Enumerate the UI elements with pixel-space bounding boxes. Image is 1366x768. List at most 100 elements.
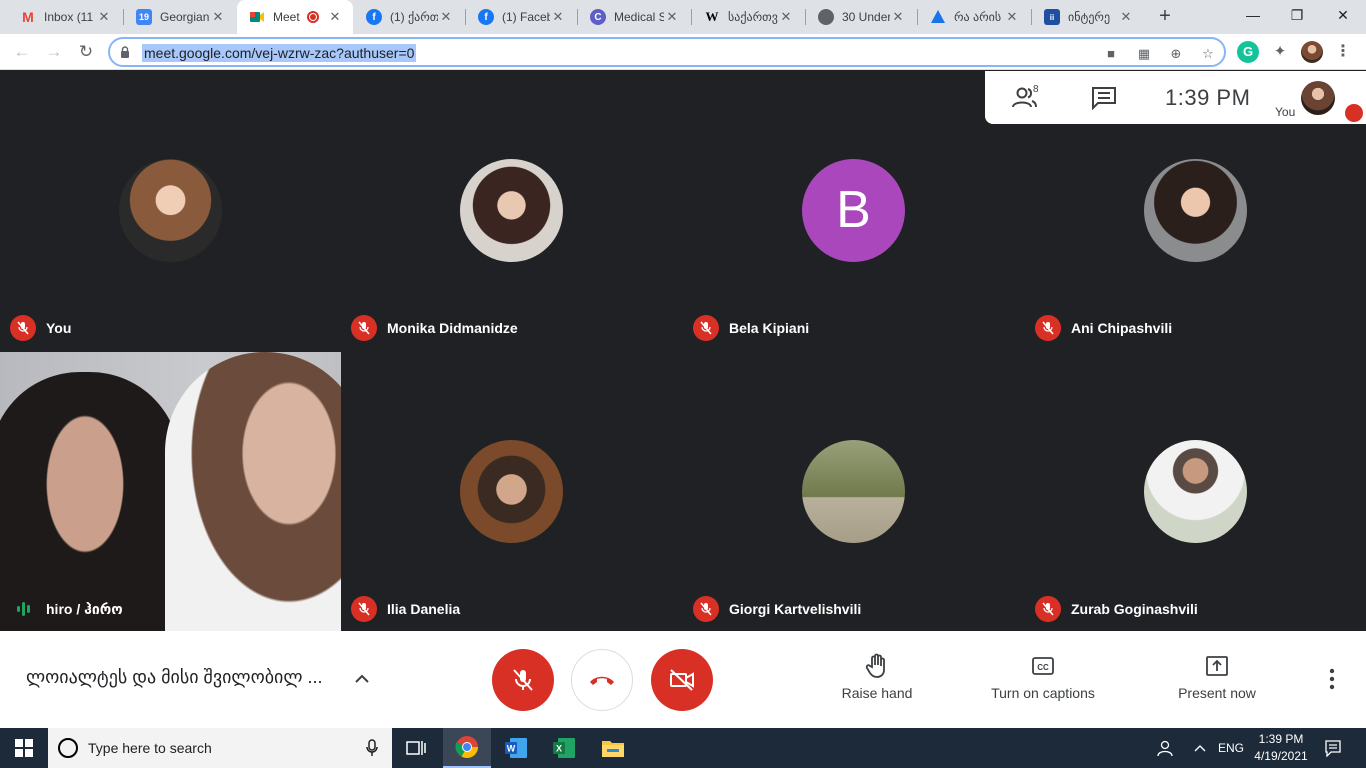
c-icon: C xyxy=(590,9,606,25)
close-icon[interactable]: ✕ xyxy=(327,9,343,25)
people-tray-icon[interactable] xyxy=(1152,728,1178,768)
task-view-button[interactable] xyxy=(392,728,440,768)
mic-off-icon xyxy=(513,669,533,691)
participant-name: hiro / ჰირო xyxy=(46,600,123,617)
mic-toggle-button[interactable] xyxy=(492,649,554,711)
participant-tile[interactable]: Monika Didmanidze xyxy=(341,71,682,351)
chevron-up-icon[interactable] xyxy=(352,669,372,689)
close-icon[interactable]: ✕ xyxy=(210,9,226,25)
chrome-taskbar-button[interactable] xyxy=(443,728,491,768)
extensions-icon[interactable]: ✦ xyxy=(1269,41,1291,63)
gmail-icon: M xyxy=(22,9,34,25)
tab-ra-aris[interactable]: რა არის ✕ xyxy=(918,0,1030,34)
minimize-button[interactable]: — xyxy=(1230,0,1276,30)
participant-tile[interactable]: B Bela Kipiani xyxy=(683,71,1024,351)
forward-button[interactable]: → xyxy=(40,38,68,66)
file-explorer-taskbar-button[interactable] xyxy=(589,728,637,768)
grammarly-icon[interactable]: G xyxy=(1237,41,1259,63)
input-language[interactable]: ENG xyxy=(1214,728,1248,768)
camera-toggle-button[interactable] xyxy=(651,649,713,711)
start-button[interactable] xyxy=(0,728,48,768)
triangle-icon xyxy=(930,9,946,25)
taskbar-search[interactable]: Type here to search xyxy=(48,728,392,768)
nameplate: Giorgi Kartvelishvili xyxy=(693,596,861,622)
avatar xyxy=(1144,159,1247,262)
close-icon[interactable]: ✕ xyxy=(778,9,794,25)
mic-off-icon xyxy=(351,596,377,622)
captions-button[interactable]: CC Turn on captions xyxy=(980,653,1106,701)
close-icon[interactable]: ✕ xyxy=(438,9,454,25)
tab-wikipedia[interactable]: W საქართვ ✕ xyxy=(692,0,804,34)
windows-taskbar: Type here to search W X ENG 1:39 PM 4/19… xyxy=(0,728,1366,768)
notifications-icon[interactable] xyxy=(1318,728,1348,768)
zoom-icon[interactable]: ⊕ xyxy=(1167,45,1185,63)
participant-tile[interactable]: Giorgi Kartvelishvili xyxy=(683,352,1024,632)
meet-grid: 8 1:39 PM You You Monika Didmanidze B Be… xyxy=(0,71,1366,632)
camera-icon[interactable]: ■ xyxy=(1102,45,1120,63)
close-icon[interactable]: ✕ xyxy=(664,9,680,25)
taskbar-clock[interactable]: 1:39 PM 4/19/2021 xyxy=(1250,731,1312,765)
tab-facebook-2[interactable]: f (1) Faceb ✕ xyxy=(466,0,576,34)
leave-call-button[interactable] xyxy=(571,649,633,711)
reload-button[interactable]: ↻ xyxy=(72,38,100,66)
tab-inbox[interactable]: M Inbox (11 ✕ xyxy=(8,0,122,34)
meeting-title[interactable]: ლოიალტეს და მისი შვილობილ ... xyxy=(26,667,323,688)
excel-taskbar-button[interactable]: X xyxy=(540,728,588,768)
tab-facebook-1[interactable]: f (1) ქართ ✕ xyxy=(354,0,464,34)
close-window-button[interactable]: ✕ xyxy=(1320,0,1366,30)
word-taskbar-button[interactable]: W xyxy=(492,728,540,768)
mic-off-icon xyxy=(351,315,377,341)
participant-name: Zurab Goginashvili xyxy=(1071,601,1198,617)
lock-icon xyxy=(121,46,129,58)
back-button[interactable]: ← xyxy=(8,38,36,66)
close-icon[interactable]: ✕ xyxy=(1118,9,1134,25)
tab-title: (1) Faceb xyxy=(502,10,550,24)
present-now-button[interactable]: Present now xyxy=(1170,653,1264,701)
svg-text:X: X xyxy=(556,744,562,754)
close-icon[interactable]: ✕ xyxy=(1004,9,1020,25)
svg-text:W: W xyxy=(507,744,516,754)
menu-icon[interactable]: ⋮ xyxy=(1332,41,1354,63)
participant-tile[interactable]: Ani Chipashvili xyxy=(1025,71,1366,351)
calendar-icon: 19 xyxy=(136,9,152,25)
nameplate: Monika Didmanidze xyxy=(351,315,518,341)
restore-button[interactable]: ❐ xyxy=(1274,0,1320,30)
mic-off-icon xyxy=(693,315,719,341)
nameplate: Zurab Goginashvili xyxy=(1035,596,1198,622)
tab-medical[interactable]: C Medical S ✕ xyxy=(578,0,690,34)
raise-hand-button[interactable]: Raise hand xyxy=(834,653,920,701)
microphone-icon[interactable] xyxy=(366,739,378,757)
url-text[interactable]: meet.google.com/vej-wzrw-zac?authuser=0 xyxy=(142,44,417,62)
captions-label: Turn on captions xyxy=(991,685,1095,701)
profile-avatar[interactable] xyxy=(1301,41,1323,63)
tab-30-under[interactable]: 30 Under ✕ xyxy=(806,0,916,34)
show-hidden-icons-icon[interactable] xyxy=(1188,728,1212,768)
tab-meet[interactable]: Meet ✕ xyxy=(237,0,353,34)
close-icon[interactable]: ✕ xyxy=(96,9,112,25)
avatar xyxy=(802,440,905,543)
bookmark-star-icon[interactable]: ☆ xyxy=(1199,45,1217,63)
participant-tile[interactable]: Ilia Danelia xyxy=(341,352,682,632)
participant-name: Bela Kipiani xyxy=(729,320,810,336)
chrome-icon xyxy=(455,736,478,758)
address-bar[interactable]: meet.google.com/vej-wzrw-zac?authuser=0 … xyxy=(108,37,1226,67)
participant-tile[interactable]: Zurab Goginashvili xyxy=(1025,352,1366,632)
more-options-icon[interactable] xyxy=(1322,667,1342,691)
close-icon[interactable]: ✕ xyxy=(890,9,906,25)
globe-icon xyxy=(818,9,834,25)
close-icon[interactable]: ✕ xyxy=(550,9,566,25)
avatar xyxy=(460,159,563,262)
participant-tile[interactable]: You xyxy=(0,71,341,351)
tab-title: (1) ქართ xyxy=(390,10,438,24)
tab-title: Meet xyxy=(273,10,300,24)
participant-name: Monika Didmanidze xyxy=(387,320,518,336)
qr-code-icon[interactable]: ▦ xyxy=(1135,45,1153,63)
tab-georgian[interactable]: 19 Georgian ✕ xyxy=(124,0,236,34)
browser-tab-strip: M Inbox (11 ✕ 19 Georgian ✕ Meet ✕ f (1)… xyxy=(0,0,1366,34)
tab-interpressnews[interactable]: ii ინტერე ✕ xyxy=(1032,0,1144,34)
new-tab-button[interactable]: + xyxy=(1153,5,1177,29)
word-icon: W xyxy=(505,738,527,758)
participant-video-tile[interactable]: hiro / ჰირო xyxy=(0,352,341,632)
cortana-icon xyxy=(58,738,78,758)
tab-title: რა არის xyxy=(954,10,1002,24)
